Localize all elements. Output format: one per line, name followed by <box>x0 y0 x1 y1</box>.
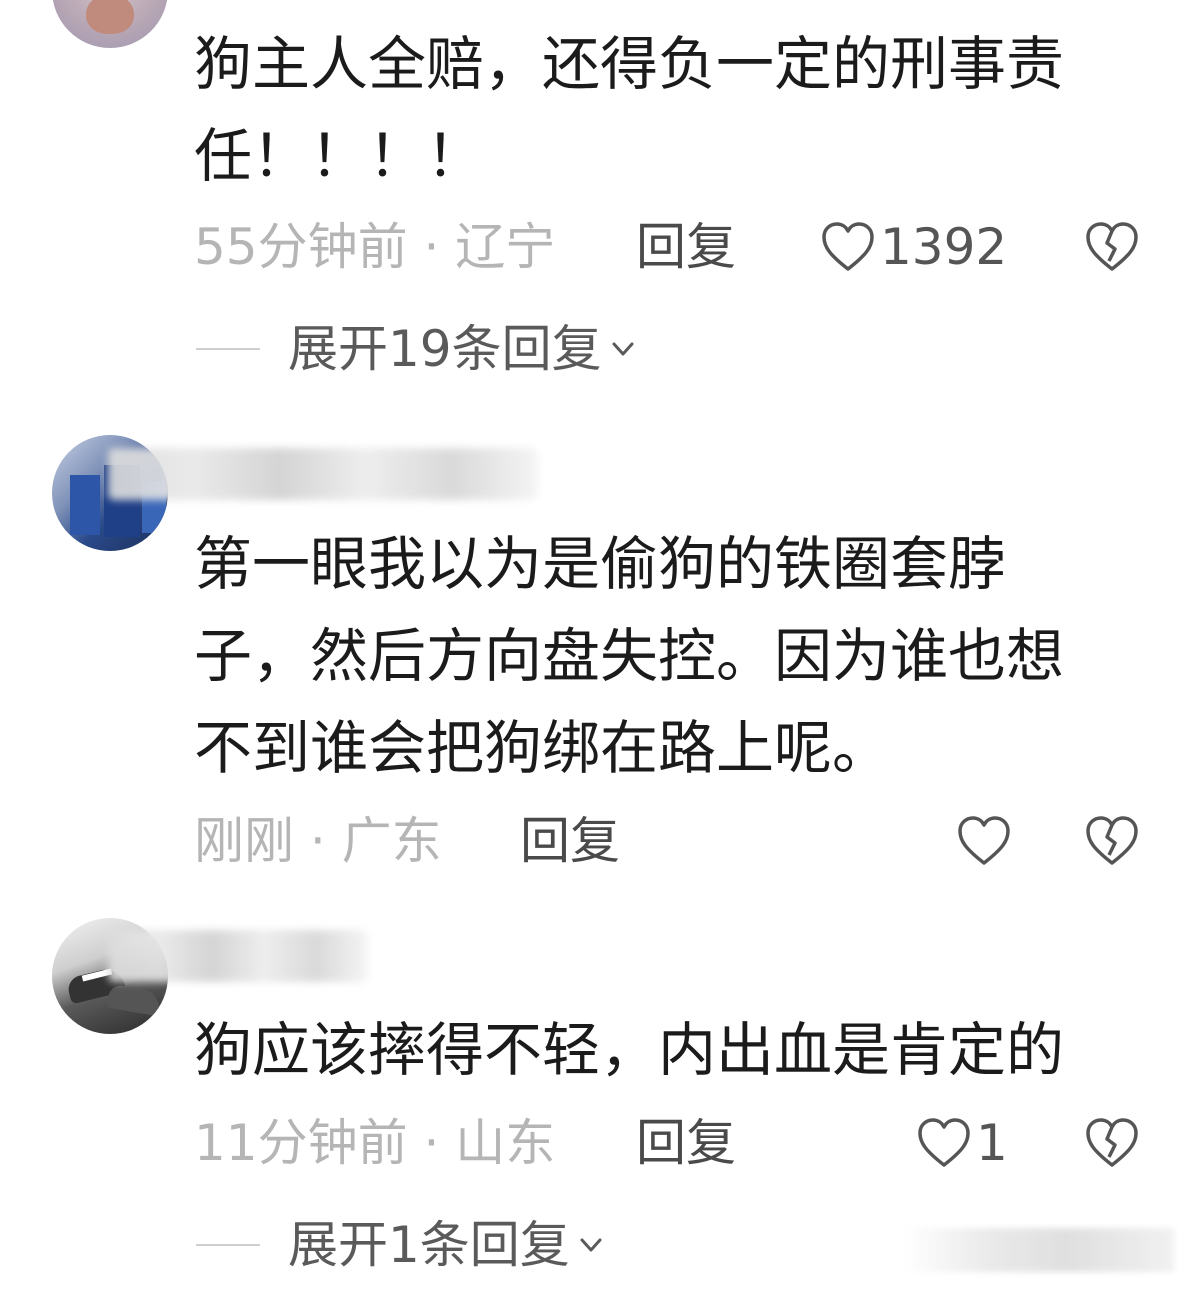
comment-text: 狗主人全赔，还得负一定的刑事责 任！！！！ <box>194 30 1065 190</box>
chevron-down-icon <box>612 342 634 356</box>
expand-replies-label: 展开19条回复 <box>288 320 602 378</box>
commenter-avatar[interactable] <box>52 0 168 48</box>
expand-replies-button[interactable]: 展开1条回复 <box>196 1212 606 1278</box>
chevron-down-icon <box>580 1238 602 1252</box>
commenter-name-blurred[interactable] <box>108 448 538 500</box>
comment-text: 第一眼我以为是偷狗的铁圈套脖 子，然后方向盘失控。因为谁也想 不到谁会把狗绑在路… <box>194 530 1065 782</box>
broken-heart-icon[interactable] <box>1084 815 1140 867</box>
heart-outline-icon <box>918 1118 970 1167</box>
like-button[interactable]: 1392 <box>820 212 1007 282</box>
reply-button[interactable]: 回复 <box>636 212 736 282</box>
comment-time-location: 11分钟前 · 山东 <box>194 1114 556 1172</box>
expand-replies-button[interactable]: 展开19条回复 <box>196 316 638 382</box>
comment-time-location: 55分钟前 · 辽宁 <box>194 218 556 276</box>
divider <box>196 1244 260 1246</box>
like-count: 1392 <box>880 218 1008 276</box>
like-count: 1 <box>976 1114 1008 1172</box>
heart-outline-icon <box>822 222 874 271</box>
broken-heart-icon[interactable] <box>1084 221 1140 273</box>
comment-time-location: 刚刚 · 广东 <box>194 812 442 870</box>
watermark <box>904 1228 1174 1272</box>
heart-outline-icon <box>958 816 1010 865</box>
like-button[interactable] <box>956 806 1016 876</box>
expand-replies-label: 展开1条回复 <box>288 1216 570 1274</box>
broken-heart-icon[interactable] <box>1084 1117 1140 1169</box>
divider <box>196 348 260 350</box>
commenter-name-blurred[interactable] <box>108 930 368 982</box>
reply-button[interactable]: 回复 <box>520 806 620 876</box>
comment-text: 狗应该摔得不轻，内出血是肯定的 <box>194 1016 1065 1084</box>
reply-button[interactable]: 回复 <box>636 1108 736 1178</box>
like-button[interactable]: 1 <box>916 1108 1008 1178</box>
